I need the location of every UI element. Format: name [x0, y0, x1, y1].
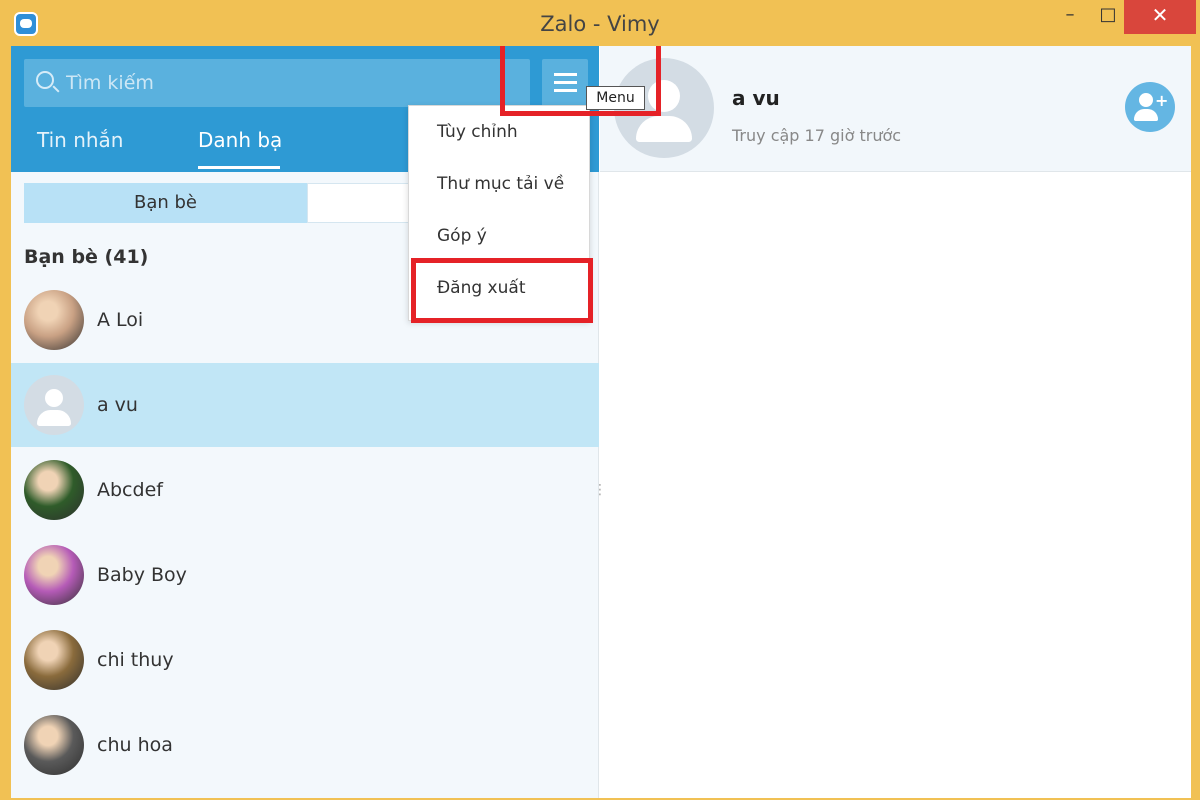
profile-last-seen: Truy cập 17 giờ trước [732, 126, 902, 145]
minimize-button[interactable]: – [1051, 0, 1089, 34]
contact-row[interactable]: chu hoa [11, 703, 599, 787]
contact-row[interactable]: Abcdef [11, 448, 599, 532]
window-title: Zalo - Vimy [540, 12, 660, 36]
contact-name: A Loi [97, 309, 144, 331]
contact-name: chi thuy [97, 649, 174, 671]
contact-row[interactable]: chi thuy [11, 618, 599, 702]
search-box [24, 59, 530, 107]
maximize-button[interactable]: □ [1089, 0, 1127, 34]
contact-name: Abcdef [97, 479, 163, 501]
contact-avatar [24, 460, 84, 520]
friends-count-heading: Bạn bè (41) [24, 246, 149, 268]
active-tab-indicator [198, 166, 280, 169]
plus-icon: + [1155, 91, 1169, 110]
contact-row[interactable]: Baby Boy [11, 533, 599, 617]
contact-avatar [24, 715, 84, 775]
search-input[interactable] [66, 59, 516, 107]
add-friend-icon[interactable]: + [1125, 82, 1175, 132]
logout-highlight [411, 258, 593, 323]
contact-row[interactable]: a vu [11, 363, 599, 447]
menu-item-feedback[interactable]: Góp ý [409, 210, 589, 262]
app-content: Tin nhắn Danh bạ Bạn bè Bạn bè (41) A Lo… [11, 46, 1191, 798]
default-avatar [24, 375, 84, 435]
segment-friends[interactable]: Bạn bè [24, 183, 307, 223]
menu-button-highlight [500, 46, 661, 116]
contact-name: Baby Boy [97, 564, 187, 586]
search-icon [36, 71, 54, 89]
contact-avatar [24, 630, 84, 690]
profile-header: a vu Truy cập 17 giờ trước + [600, 46, 1191, 172]
tab-contacts[interactable]: Danh bạ [198, 128, 282, 168]
contact-avatar [24, 290, 84, 350]
contact-avatar [24, 545, 84, 605]
contact-name: chu hoa [97, 734, 173, 756]
profile-name: a vu [732, 86, 780, 110]
contact-name: a vu [97, 394, 138, 416]
window-titlebar: Zalo - Vimy – □ ✕ [0, 0, 1200, 46]
tab-messages[interactable]: Tin nhắn [37, 128, 123, 168]
panel-splitter-handle[interactable]: ⋮ [593, 483, 607, 510]
close-button[interactable]: ✕ [1124, 0, 1196, 34]
menu-item-download-folder[interactable]: Thư mục tải về [409, 158, 589, 210]
